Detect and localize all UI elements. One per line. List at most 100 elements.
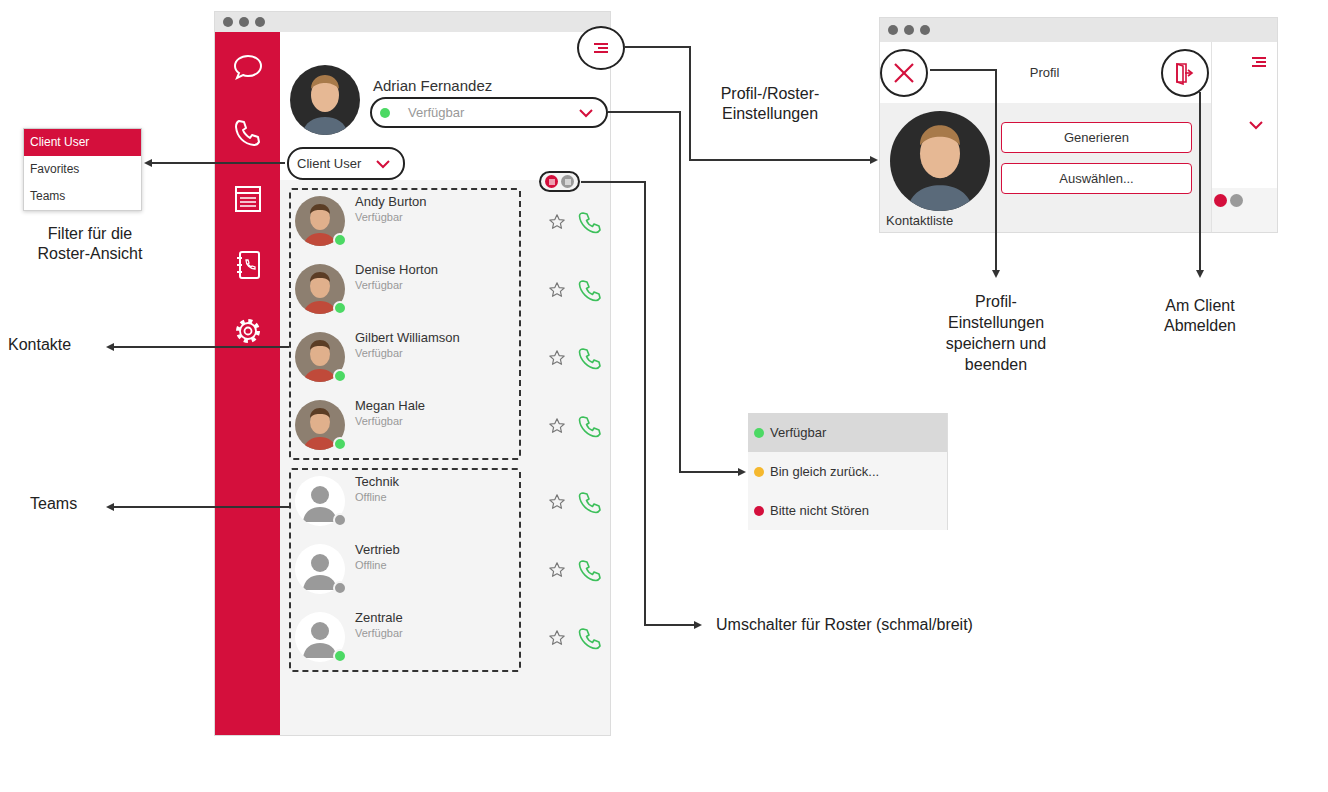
- call-icon[interactable]: [578, 558, 602, 582]
- team-name: Vertrieb: [355, 542, 400, 558]
- main-window: Adrian Fernandez Verfügbar Client User Andy…: [215, 12, 610, 735]
- call-icon[interactable]: [578, 490, 602, 514]
- callout-label: Filter für dieRoster-Ansicht: [10, 224, 170, 264]
- roster-view-toggle[interactable]: [539, 171, 580, 192]
- contact-status: Verfügbar: [355, 346, 460, 360]
- status-dot: [754, 467, 764, 477]
- call-icon[interactable]: [578, 278, 602, 302]
- team-row[interactable]: ZentraleVerfügbar: [289, 604, 610, 672]
- teams-group: TechnikOfflineVertriebOfflineZentraleVer…: [289, 468, 610, 672]
- status-dropdown[interactable]: Verfügbar: [370, 97, 608, 128]
- menu-icon: [1249, 54, 1269, 70]
- chevron-down-icon: [1247, 120, 1265, 130]
- filter-menu-item[interactable]: Favorites: [24, 156, 141, 183]
- close-button[interactable]: [880, 49, 928, 97]
- team-avatar: [295, 544, 345, 594]
- profile-avatar[interactable]: [890, 111, 990, 211]
- photo: [890, 111, 990, 211]
- contact-status: Verfügbar: [355, 210, 427, 224]
- window-button[interactable]: [239, 17, 249, 27]
- arrow: [930, 70, 996, 276]
- user-avatar[interactable]: [290, 65, 360, 135]
- callout-label: Am ClientAbmelden: [1140, 296, 1260, 336]
- phonebook-icon[interactable]: [232, 249, 264, 281]
- status-menu-label: Bin gleich zurück...: [770, 464, 879, 479]
- star-icon[interactable]: [548, 417, 566, 435]
- status-label: Verfügbar: [408, 105, 560, 120]
- star-icon[interactable]: [548, 213, 566, 231]
- window-button[interactable]: [223, 17, 233, 27]
- list-icon: [563, 177, 573, 187]
- presence-dot: [333, 513, 347, 527]
- profile-title: Profil: [1030, 65, 1060, 80]
- gear-icon[interactable]: [232, 315, 264, 347]
- filter-menu: Client UserFavoritesTeams: [23, 128, 142, 211]
- contact-row[interactable]: Megan HaleVerfügbar: [289, 392, 610, 460]
- star-icon[interactable]: [548, 281, 566, 299]
- user-name: Adrian Fernandez: [370, 77, 608, 95]
- presence-dot: [333, 649, 347, 663]
- filter-menu-item[interactable]: Client User: [24, 129, 141, 156]
- chat-icon[interactable]: [232, 51, 264, 83]
- filter-label: Client User: [297, 156, 361, 171]
- profile-button[interactable]: Auswählen...: [1001, 163, 1192, 194]
- team-status: Offline: [355, 558, 400, 572]
- team-row[interactable]: VertriebOffline: [289, 536, 610, 604]
- star-icon[interactable]: [548, 629, 566, 647]
- star-icon[interactable]: [548, 493, 566, 511]
- callout-label: Teams: [30, 494, 77, 514]
- view-mode-icon: [1214, 194, 1227, 207]
- star-icon[interactable]: [548, 349, 566, 367]
- status-menu-item[interactable]: Bin gleich zurück...: [748, 452, 947, 491]
- status-menu-item[interactable]: Bitte nicht Stören: [748, 491, 947, 530]
- arrow: [608, 112, 744, 472]
- window-button[interactable]: [920, 25, 930, 35]
- arrow: [1199, 92, 1201, 276]
- window-button[interactable]: [888, 25, 898, 35]
- team-row[interactable]: TechnikOffline: [289, 468, 610, 536]
- phone-icon[interactable]: [232, 117, 264, 149]
- star-icon[interactable]: [548, 561, 566, 579]
- window-button[interactable]: [255, 17, 265, 27]
- team-name: Zentrale: [355, 610, 403, 626]
- presence-dot: [333, 233, 347, 247]
- call-icon[interactable]: [578, 626, 602, 650]
- roster: Andy BurtonVerfügbarDenise HortonVerfügb…: [280, 180, 610, 735]
- arrow: [624, 47, 876, 160]
- list-icon: [547, 177, 557, 187]
- contact-row[interactable]: Andy BurtonVerfügbar: [289, 188, 610, 256]
- team-status: Verfügbar: [355, 626, 403, 640]
- status-menu-item[interactable]: Verfügbar: [748, 413, 947, 452]
- call-icon[interactable]: [578, 414, 602, 438]
- logout-button[interactable]: [1161, 49, 1209, 97]
- call-icon[interactable]: [578, 346, 602, 370]
- contact-row[interactable]: Denise HortonVerfügbar: [289, 256, 610, 324]
- window-button[interactable]: [904, 25, 914, 35]
- contact-avatar: [295, 264, 345, 314]
- title-bar: [880, 18, 1277, 42]
- contact-avatar: [295, 332, 345, 382]
- close-icon: [892, 61, 916, 85]
- view-mode-icon[interactable]: [545, 175, 558, 188]
- profile-button[interactable]: Generieren: [1001, 122, 1192, 153]
- contact-row[interactable]: Gilbert WilliamsonVerfügbar: [289, 324, 610, 392]
- arrow: [581, 182, 700, 625]
- status-menu: Verfügbar Bin gleich zurück... Bitte nicht…: [748, 413, 948, 530]
- callout-arrows: [0, 0, 1328, 792]
- presence-dot: [333, 581, 347, 595]
- arrow: [108, 346, 289, 348]
- settings-button[interactable]: [577, 26, 625, 70]
- view-mode-icon[interactable]: [561, 175, 574, 188]
- call-icon[interactable]: [578, 210, 602, 234]
- journal-icon[interactable]: [232, 183, 264, 215]
- team-status: Offline: [355, 490, 399, 504]
- contact-status: Verfügbar: [355, 414, 425, 428]
- contact-avatar: [295, 400, 345, 450]
- chevron-down-icon: [578, 108, 594, 118]
- team-avatar: [295, 612, 345, 662]
- filter-menu-item[interactable]: Teams: [24, 183, 141, 210]
- roster-filter[interactable]: Client User: [287, 147, 405, 180]
- presence-dot: [333, 437, 347, 451]
- status-dot: [754, 428, 764, 438]
- contact-avatar: [295, 196, 345, 246]
